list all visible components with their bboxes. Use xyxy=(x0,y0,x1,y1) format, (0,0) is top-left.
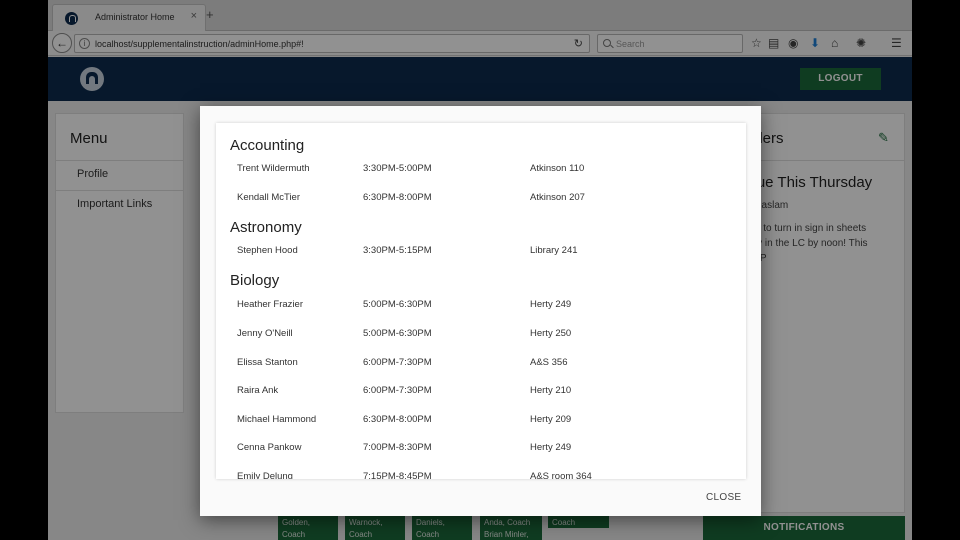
leader-name: Elissa Stanton xyxy=(237,357,298,368)
session-location: Herty 249 xyxy=(530,299,572,310)
leader-name: Heather Frazier xyxy=(237,299,303,310)
close-button[interactable]: CLOSE xyxy=(706,492,741,503)
session-time: 6:30PM-8:00PM xyxy=(363,192,432,203)
leader-name: Cenna Pankow xyxy=(237,442,302,453)
session-time: 5:00PM-6:30PM xyxy=(363,328,432,339)
leader-name: Raira Ank xyxy=(237,385,279,396)
leader-name: Trent Wildermuth xyxy=(237,163,310,174)
leader-name: Michael Hammond xyxy=(237,414,317,425)
session-time: 7:00PM-8:30PM xyxy=(363,442,432,453)
session-location: Herty 249 xyxy=(530,442,572,453)
browser-window: Administrator Home × + ← i localhost/sup… xyxy=(48,0,912,540)
session-location: A&S room 364 xyxy=(530,471,592,479)
session-time: 3:30PM-5:00PM xyxy=(363,163,432,174)
session-location: Herty 210 xyxy=(530,385,572,396)
session-time: 5:00PM-6:30PM xyxy=(363,299,432,310)
session-time: 6:30PM-8:00PM xyxy=(363,414,432,425)
modal-content: Accounting Trent Wildermuth 3:30PM-5:00P… xyxy=(216,123,746,479)
si-sessions-modal: Accounting Trent Wildermuth 3:30PM-5:00P… xyxy=(200,106,761,516)
session-location: Herty 209 xyxy=(530,414,572,425)
session-location: A&S 356 xyxy=(530,357,568,368)
leader-name: Kendall McTier xyxy=(237,192,301,203)
leader-name: Stephen Hood xyxy=(237,245,298,256)
session-time: 7:15PM-8:45PM xyxy=(363,471,432,479)
subject-heading: Accounting xyxy=(230,137,305,154)
leader-name: Emily Delung xyxy=(237,471,293,479)
session-location: Atkinson 110 xyxy=(530,163,585,174)
session-time: 3:30PM-5:15PM xyxy=(363,245,432,256)
subject-heading: Biology xyxy=(230,272,280,289)
session-location: Herty 250 xyxy=(530,328,572,339)
subject-heading: Astronomy xyxy=(230,219,302,236)
session-location: Library 241 xyxy=(530,245,578,256)
session-time: 6:00PM-7:30PM xyxy=(363,357,432,368)
session-time: 6:00PM-7:30PM xyxy=(363,385,432,396)
leader-name: Jenny O'Neill xyxy=(237,328,293,339)
session-location: Atkinson 207 xyxy=(530,192,585,203)
